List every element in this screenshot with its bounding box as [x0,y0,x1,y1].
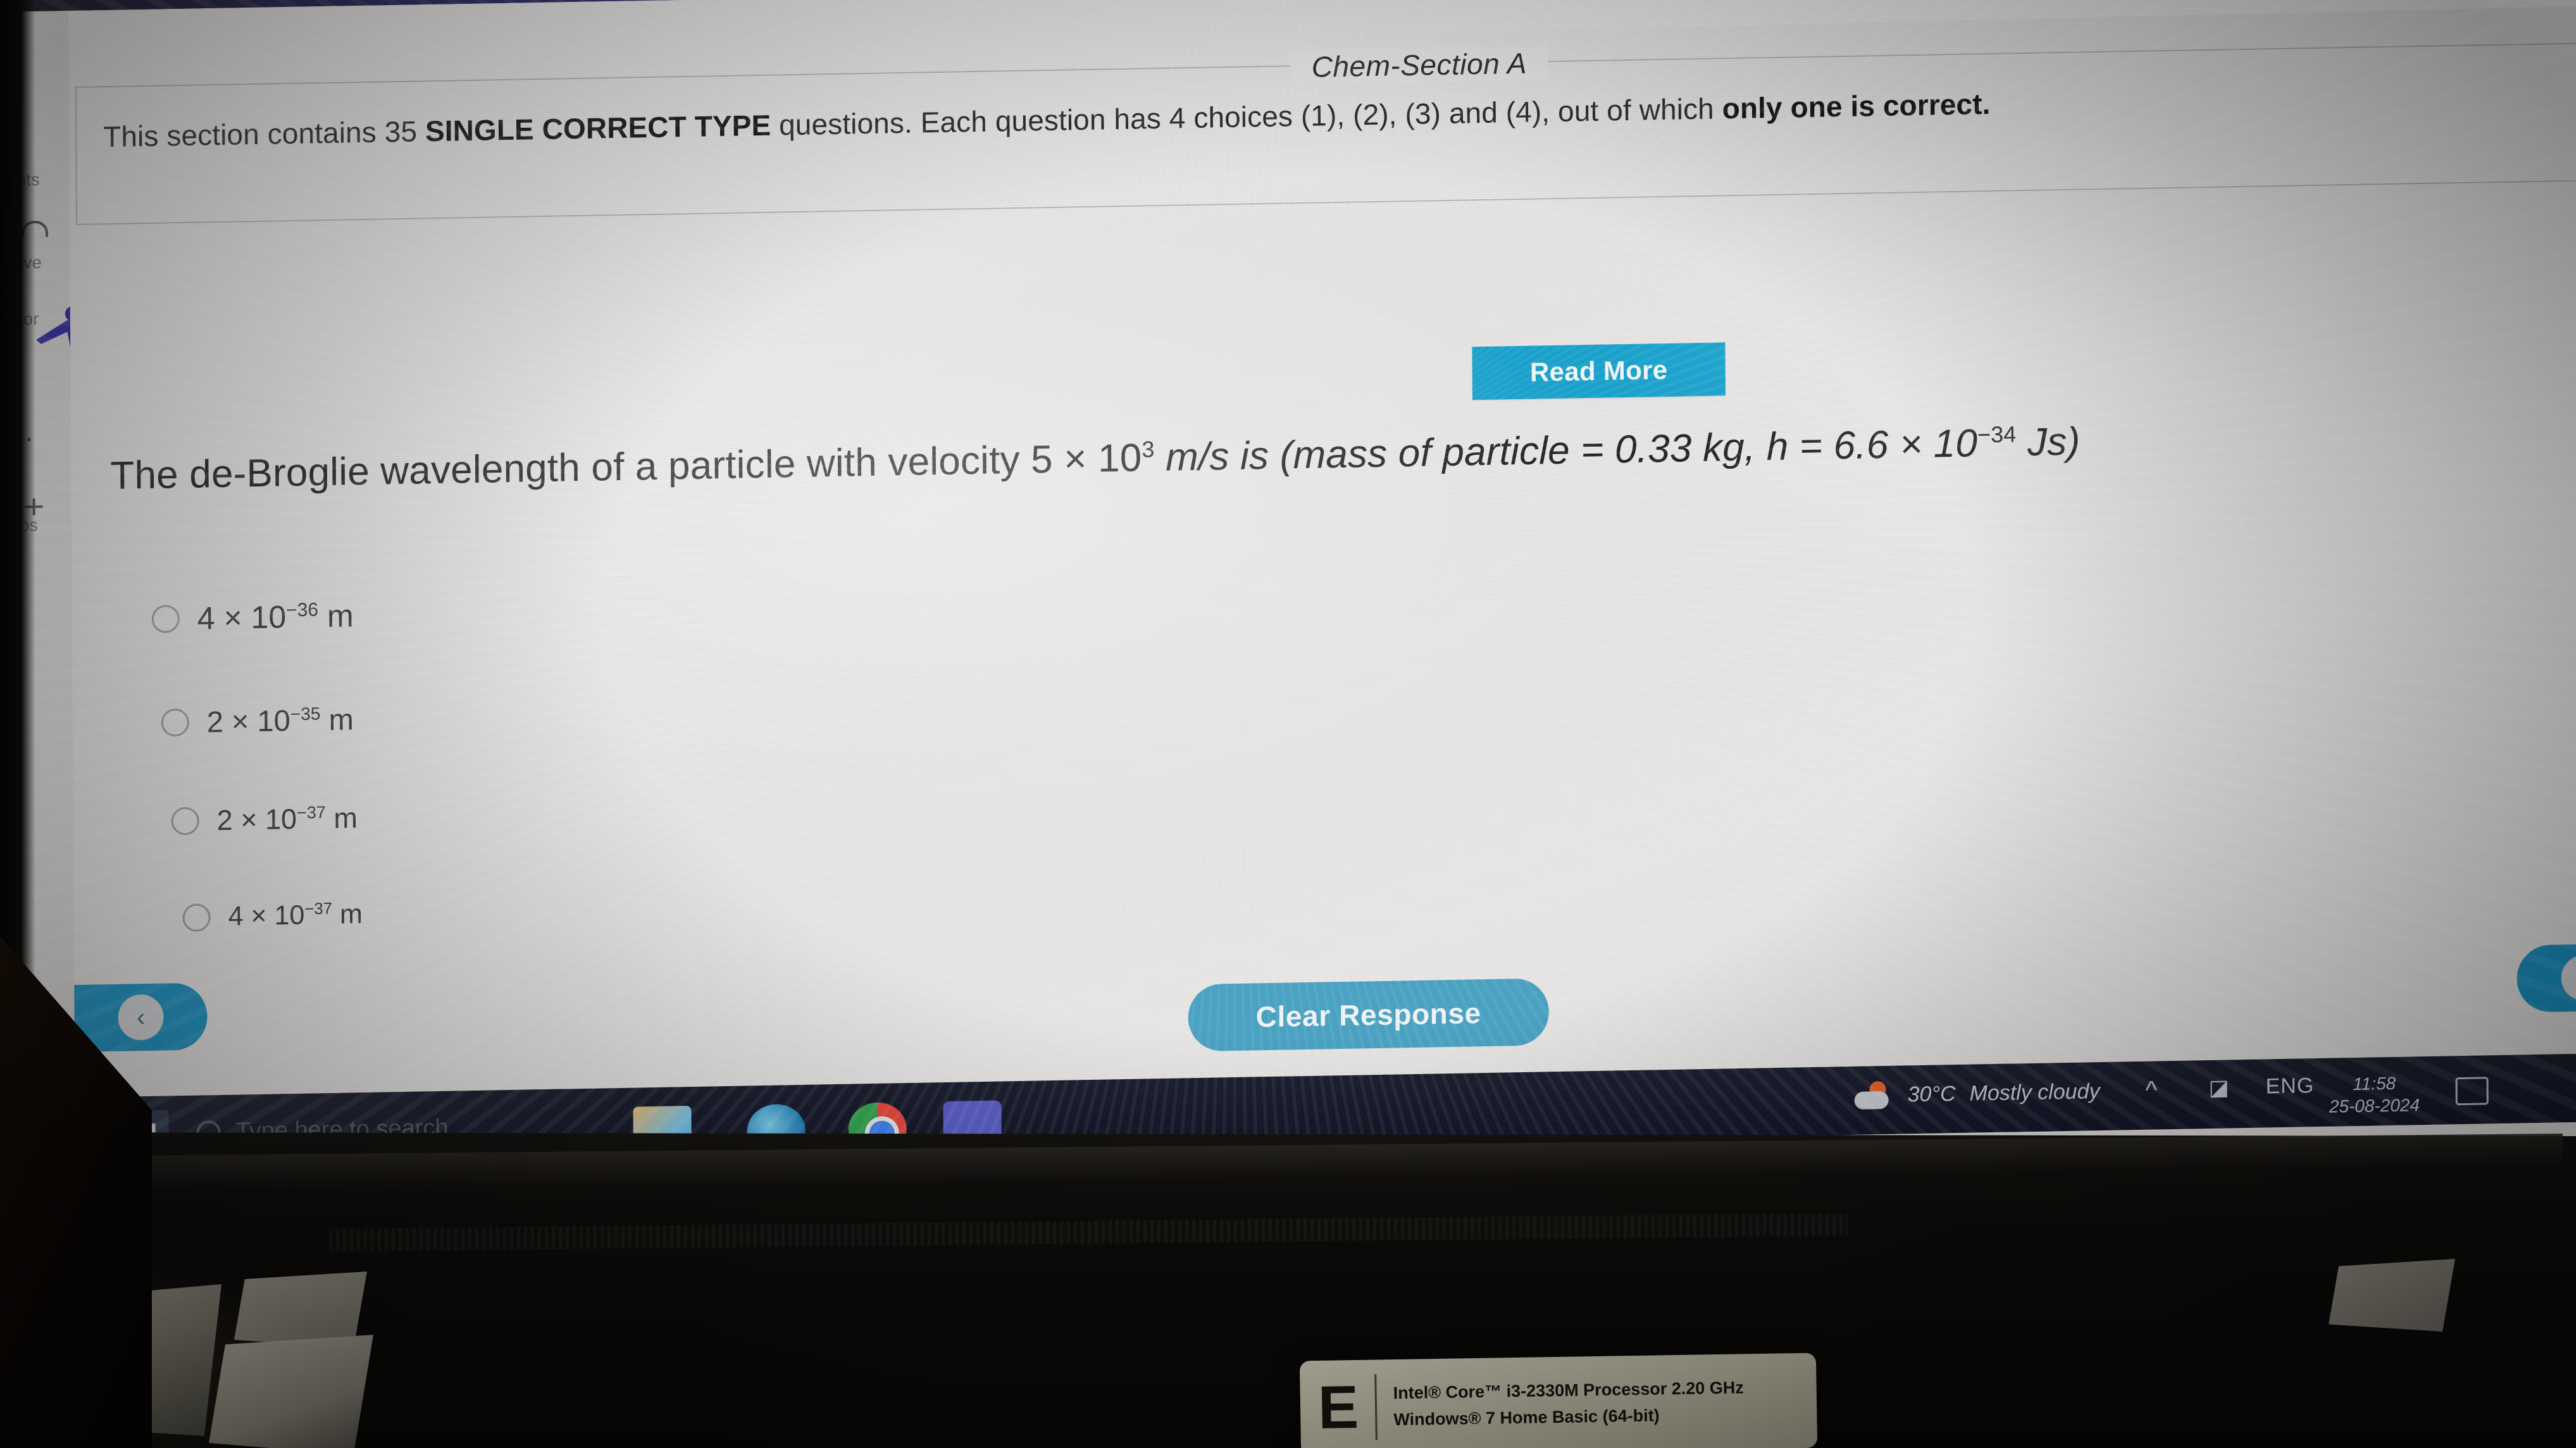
action-center-icon[interactable] [2455,1077,2489,1106]
option-unit: m [320,702,354,737]
question-mid: m/s is (mass of particle = 0.33 kg, h = … [1154,421,1978,480]
option-unit: m [318,598,354,634]
sticker-divider [1374,1374,1378,1440]
weather-widget[interactable]: 30°C Mostly cloudy [1854,1077,2100,1110]
option-exponent: −35 [290,703,321,724]
option-label: 4 × 10−37 m [228,899,363,932]
weather-description: Mostly cloudy [1969,1079,2100,1106]
option-unit: m [332,899,363,930]
previous-question-button[interactable]: ‹ [74,982,208,1053]
network-icon[interactable]: ◪ [2208,1075,2229,1101]
radio-button-icon[interactable] [151,605,180,633]
partly-cloudy-icon [1854,1080,1893,1110]
deck-pad-left [234,1272,367,1347]
instructions-bold-single-correct: SINGLE CORRECT TYPE [425,108,771,148]
option-mantissa: 2 × 10 [216,802,297,837]
question-lead: The de-Broglie wavelength of a particle … [110,436,1142,498]
option-label: 2 × 10−37 m [217,801,358,837]
option-label: 4 × 10−36 m [197,597,354,636]
question-tail: Js) [2016,419,2081,465]
chevron-left-icon: ‹ [118,994,164,1041]
radio-button-icon[interactable] [161,708,189,737]
sticker-line-processor: Intel® Core™ i3-2330M Processor 2.20 GHz [1393,1378,1744,1403]
screen-area: ments eDrive iTutor ... App [0,0,2576,1189]
next-question-button[interactable]: › [2517,943,2576,1013]
option-row[interactable]: 4 × 10−36 m [151,597,354,638]
deck-pad-right [2329,1259,2455,1332]
clear-response-button[interactable]: Clear Response [1188,978,1550,1052]
sticker-text: Intel® Core™ i3-2330M Processor 2.20 GHz… [1393,1375,1744,1433]
clock[interactable]: 11:58 25-08-2024 [2329,1072,2420,1118]
clock-date: 25-08-2024 [2329,1095,2420,1117]
photo-of-laptop-screen: ments eDrive iTutor ... App [0,0,2576,1448]
language-indicator[interactable]: ENG [2265,1074,2314,1099]
question-mid-exponent: −34 [1977,421,2017,448]
question-lead-exponent: 3 [1142,436,1155,462]
instructions-part1: This section contains 35 [103,114,426,154]
screen-content: ments eDrive iTutor ... App [0,0,2576,1189]
option-mantissa: 4 × 10 [228,900,305,932]
chevron-right-icon: › [2561,955,2576,1001]
instructions-bold-only-one: only one is correct. [1722,87,1991,125]
question-text: The de-Broglie wavelength of a particle … [110,409,2576,500]
show-hidden-icons-button[interactable]: ^ [2145,1076,2157,1105]
weather-temperature: 30°C [1907,1081,1956,1106]
exam-page: Chem-Section A This section contains 35 … [68,0,2576,1125]
option-exponent: −36 [286,599,319,621]
option-exponent: −37 [296,803,326,822]
option-row[interactable]: 2 × 10−37 m [171,801,358,838]
option-mantissa: 2 × 10 [206,703,290,739]
option-exponent: −37 [304,900,333,919]
section-title: Chem-Section A [1290,46,1549,85]
clock-time: 11:58 [2353,1073,2396,1094]
palmrest-highlight-right [209,1335,373,1448]
option-row[interactable]: 2 × 10−35 m [161,702,354,739]
sticker-logo: E [1317,1373,1359,1442]
option-mantissa: 4 × 10 [197,599,287,636]
read-more-button[interactable]: Read More [1472,342,1726,400]
option-label: 2 × 10−35 m [207,702,354,739]
radio-button-icon[interactable] [182,903,211,932]
radio-button-icon[interactable] [171,807,199,836]
intel-specs-sticker: E Intel® Core™ i3-2330M Processor 2.20 G… [1299,1352,1818,1448]
option-unit: m [325,801,358,835]
sticker-line-os: Windows® 7 Home Basic (64-bit) [1393,1406,1660,1430]
option-row[interactable]: 4 × 10−37 m [182,899,363,933]
